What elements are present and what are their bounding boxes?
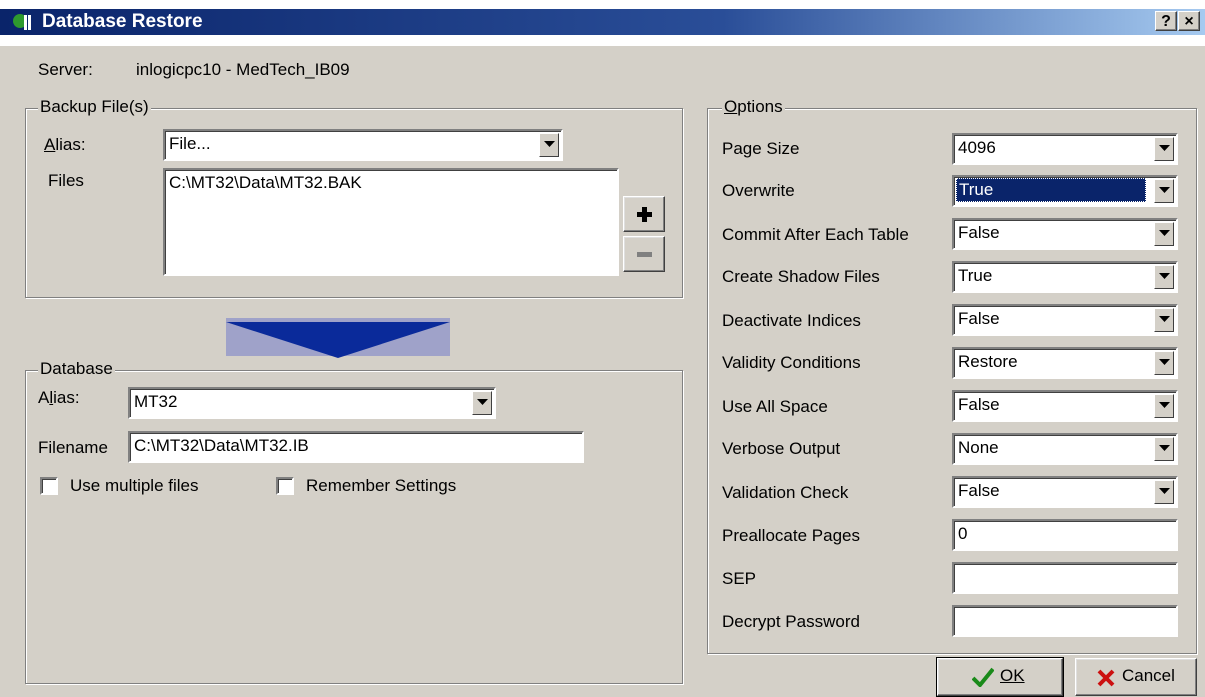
decrypt-password-field[interactable] <box>952 605 1178 637</box>
database-alias-value: MT32 <box>134 392 178 411</box>
backup-files-label: Files <box>48 171 84 190</box>
cancel-button[interactable]: Cancel <box>1075 658 1197 696</box>
add-file-button[interactable] <box>623 196 665 232</box>
ok-button[interactable]: OK <box>936 657 1064 697</box>
option-label-commit: Commit After Each Table <box>722 225 909 244</box>
list-item[interactable]: C:\MT32\Data\MT32.BAK <box>169 172 617 194</box>
filename-label: Filename <box>38 438 108 457</box>
sep-field[interactable] <box>952 562 1178 594</box>
option-label-preallocate: Preallocate Pages <box>722 526 860 545</box>
chevron-down-icon[interactable] <box>539 133 559 157</box>
verbose-value: None <box>958 438 999 457</box>
chevron-down-icon[interactable] <box>472 391 492 415</box>
page-size-value: 4096 <box>958 138 996 157</box>
commit-value: False <box>958 223 1000 242</box>
option-label-validation: Validation Check <box>722 483 849 502</box>
chevron-down-icon[interactable] <box>1154 222 1174 246</box>
validity-combo[interactable]: Restore <box>952 347 1178 379</box>
backup-files-legend: Backup File(s) <box>38 97 151 117</box>
chevron-down-icon[interactable] <box>1154 480 1174 504</box>
chevron-down-icon[interactable] <box>1154 265 1174 289</box>
cancel-label: Cancel <box>1122 666 1175 685</box>
option-label-overwrite: Overwrite <box>722 181 795 200</box>
preallocate-value: 0 <box>958 524 968 543</box>
validation-value: False <box>958 481 1000 500</box>
close-button[interactable]: × <box>1178 11 1200 31</box>
database-alias-label: Alias: <box>38 388 80 407</box>
window-title: Database Restore <box>42 11 203 32</box>
verbose-combo[interactable]: None <box>952 433 1178 465</box>
chevron-down-icon[interactable] <box>1154 437 1174 461</box>
cancel-x-icon <box>1097 669 1115 687</box>
chevron-down-icon[interactable] <box>1154 179 1174 203</box>
remember-settings-checkbox[interactable] <box>276 477 294 495</box>
chevron-down-icon[interactable] <box>1154 394 1174 418</box>
use-multiple-files-label[interactable]: Use multiple files <box>70 475 199 497</box>
ok-label: OK <box>1000 666 1025 685</box>
title-bar: Database Restore ? × <box>0 0 1205 46</box>
remove-file-button[interactable] <box>623 236 665 272</box>
commit-combo[interactable]: False <box>952 218 1178 250</box>
minus-icon <box>637 252 652 257</box>
app-icon <box>13 14 31 30</box>
filename-field[interactable]: C:\MT32\Data\MT32.IB <box>128 431 584 463</box>
database-alias-combo[interactable]: MT32 <box>128 387 496 419</box>
option-label-validity: Validity Conditions <box>722 353 861 372</box>
database-legend: Database <box>38 359 115 379</box>
validation-combo[interactable]: False <box>952 476 1178 508</box>
option-label-use-all-space: Use All Space <box>722 397 828 416</box>
page-size-combo[interactable]: 4096 <box>952 133 1178 165</box>
backup-alias-label: Alias: <box>44 135 86 154</box>
chevron-down-icon[interactable] <box>1154 308 1174 332</box>
remember-settings-label[interactable]: Remember Settings <box>306 475 456 497</box>
option-label-verbose: Verbose Output <box>722 439 841 458</box>
backup-alias-combo[interactable]: File... <box>163 129 563 161</box>
overwrite-combo[interactable]: True <box>952 175 1178 207</box>
option-label-shadow: Create Shadow Files <box>722 267 880 286</box>
arrow-down-icon <box>226 318 450 358</box>
use-all-space-combo[interactable]: False <box>952 390 1178 422</box>
overwrite-value: True <box>956 178 1146 202</box>
deactivate-value: False <box>958 309 1000 328</box>
backup-alias-value: File... <box>169 134 211 153</box>
use-multiple-files-checkbox[interactable] <box>40 477 58 495</box>
option-label-deactivate: Deactivate Indices <box>722 311 861 330</box>
use-all-space-value: False <box>958 395 1000 414</box>
option-label-page-size: Page Size <box>722 139 800 158</box>
help-button[interactable]: ? <box>1155 11 1177 31</box>
server-label: Server: <box>38 60 93 79</box>
checkmark-icon <box>972 667 994 687</box>
chevron-down-icon[interactable] <box>1154 137 1174 161</box>
option-label-sep: SEP <box>722 569 757 588</box>
validity-value: Restore <box>958 352 1018 371</box>
server-value: inlogicpc10 - MedTech_IB09 <box>136 60 350 79</box>
option-label-decrypt: Decrypt Password <box>722 612 860 631</box>
plus-icon <box>637 207 652 222</box>
chevron-down-icon[interactable] <box>1154 351 1174 375</box>
filename-value: C:\MT32\Data\MT32.IB <box>134 436 309 455</box>
shadow-value: True <box>958 266 993 285</box>
deactivate-combo[interactable]: False <box>952 304 1178 336</box>
shadow-combo[interactable]: True <box>952 261 1178 293</box>
preallocate-field[interactable]: 0 <box>952 519 1178 551</box>
options-legend: Options <box>722 97 785 117</box>
backup-files-list[interactable]: C:\MT32\Data\MT32.BAK <box>163 168 619 276</box>
